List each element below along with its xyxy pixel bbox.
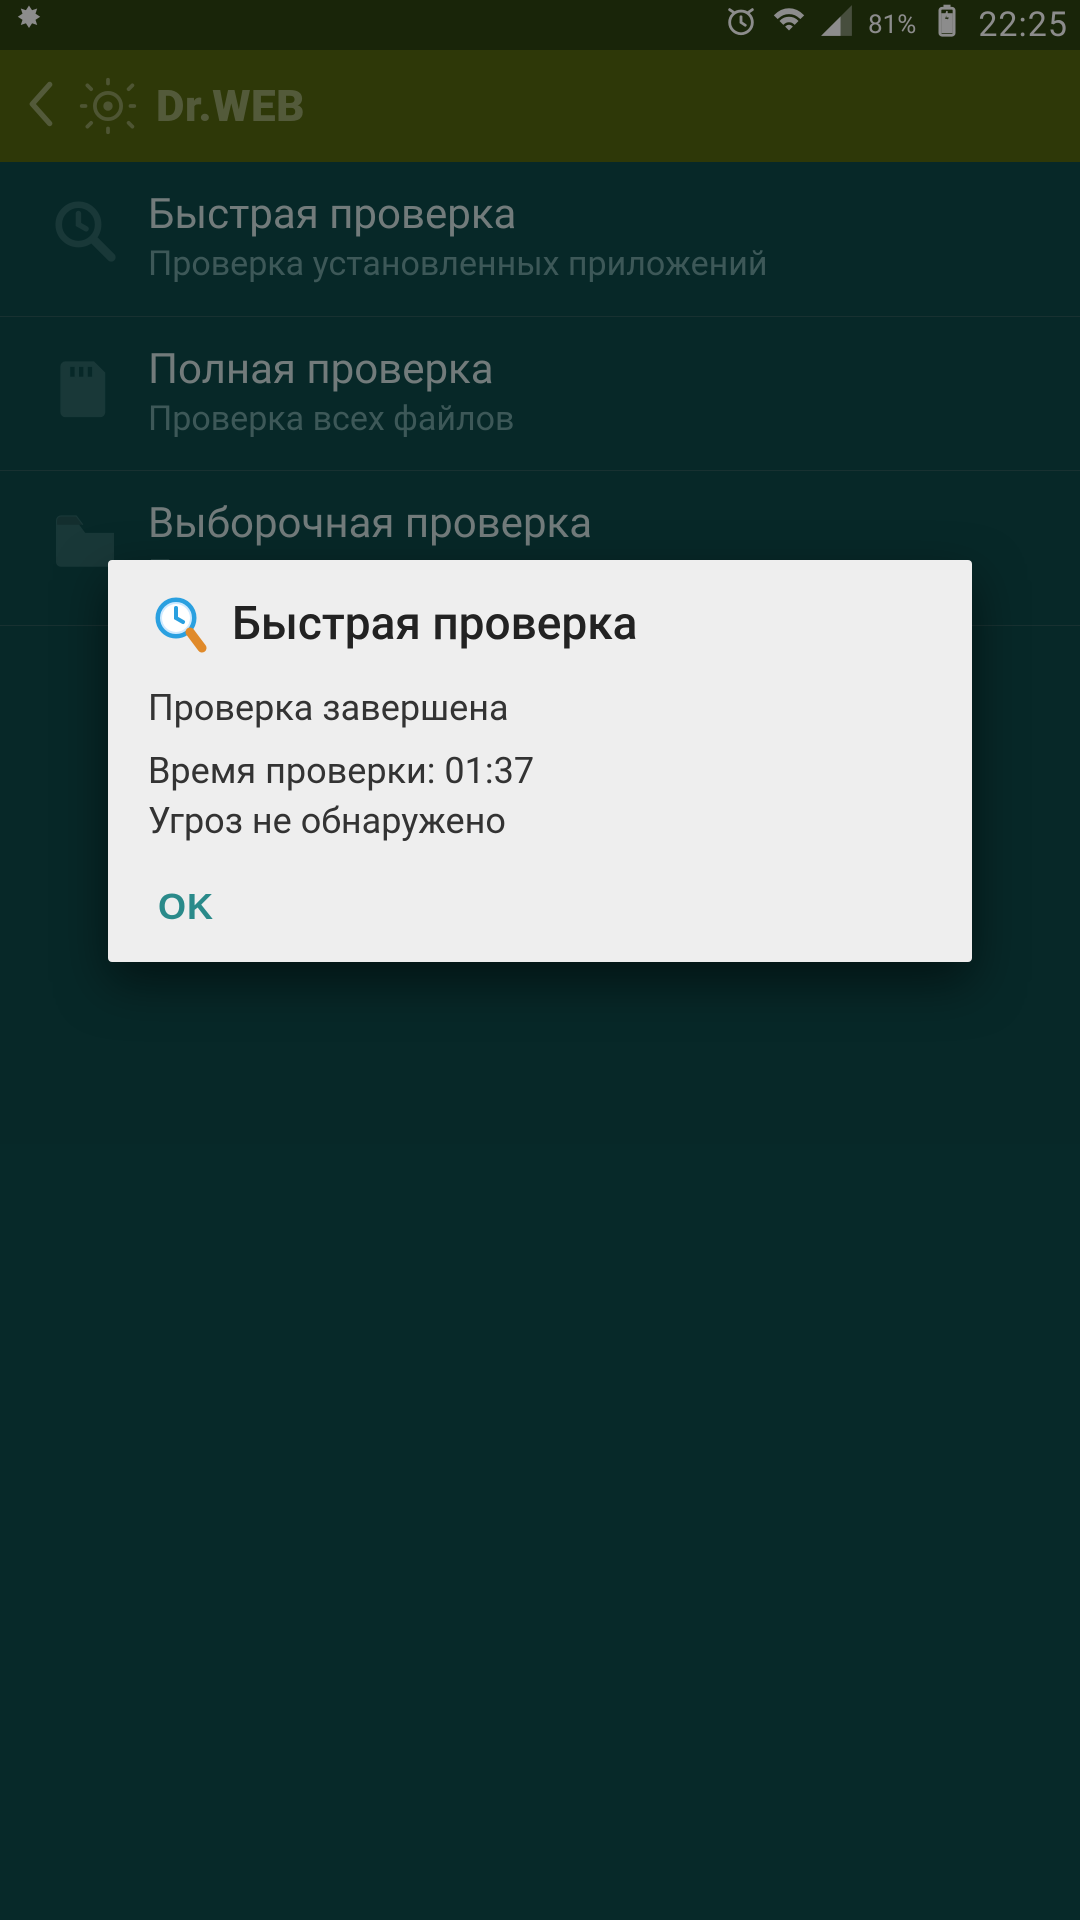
dialog-line-time: Время проверки: 01:37 xyxy=(148,747,932,796)
dialog-title: Быстрая проверка xyxy=(232,597,637,651)
ok-button[interactable]: OK xyxy=(158,886,214,928)
dialog-line-status: Проверка завершена xyxy=(148,684,932,733)
scan-result-dialog: Быстрая проверка Проверка завершена Врем… xyxy=(108,560,972,962)
clock-magnifier-icon xyxy=(148,592,212,656)
dialog-actions: OK xyxy=(108,856,972,962)
dialog-body: Проверка завершена Время проверки: 01:37… xyxy=(108,676,972,856)
dialog-header: Быстрая проверка xyxy=(108,560,972,676)
dialog-line-threats: Угроз не обнаружено xyxy=(148,797,932,846)
